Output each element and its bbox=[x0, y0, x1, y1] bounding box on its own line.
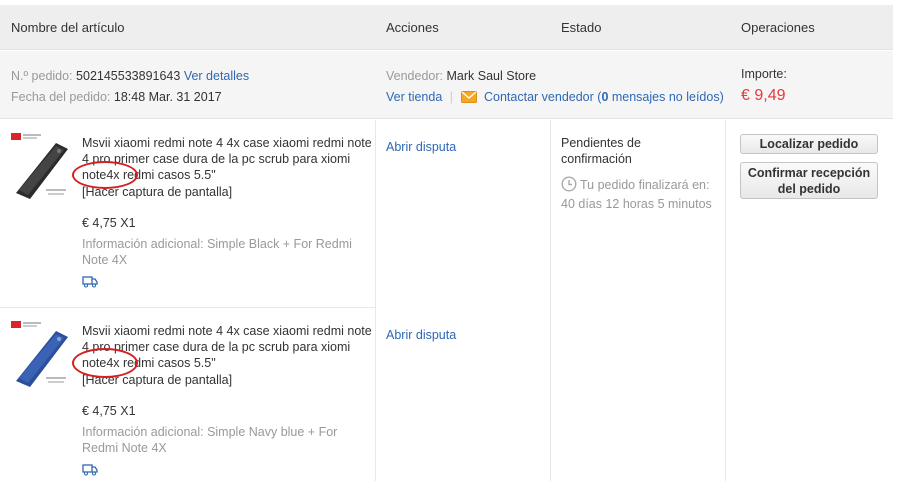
open-dispute-link[interactable]: Abrir disputa bbox=[386, 328, 456, 342]
screenshot-link[interactable]: [Hacer captura de pantalla] bbox=[82, 373, 232, 387]
clock-icon bbox=[561, 176, 577, 196]
seller-name: Mark Saul Store bbox=[446, 69, 537, 83]
view-details-link[interactable]: Ver detalles bbox=[184, 69, 249, 83]
header-article: Nombre del artículo bbox=[11, 20, 125, 35]
seller: Vendedor: Mark Saul Store bbox=[386, 69, 537, 83]
order-info-row: N.º pedido: 502145533891643 Ver detalles… bbox=[0, 51, 893, 119]
list-item: Msvii xiaomi redmi note 4 4x case xiaomi… bbox=[0, 120, 375, 307]
envelope-icon bbox=[460, 91, 477, 106]
item-price: € 4,75 X1 bbox=[82, 404, 136, 418]
column-divider bbox=[550, 120, 551, 481]
open-dispute-link[interactable]: Abrir disputa bbox=[386, 140, 456, 154]
product-title[interactable]: Msvii xiaomi redmi note 4 4x case xiaomi… bbox=[82, 135, 374, 183]
item-extra-info: Información adicional: Simple Navy blue … bbox=[82, 425, 338, 455]
countdown-text: Tu pedido finalizará en: 40 días 12 hora… bbox=[561, 178, 712, 211]
view-store-link[interactable]: Ver tienda bbox=[386, 90, 442, 104]
shipping-truck-icon bbox=[82, 275, 98, 288]
header-status: Estado bbox=[561, 20, 602, 35]
confirm-receipt-button[interactable]: Confirmar recepción del pedido bbox=[740, 162, 878, 199]
column-divider bbox=[375, 120, 376, 481]
order-number: N.º pedido: 502145533891643 Ver detalles bbox=[11, 69, 250, 83]
product-thumbnail[interactable] bbox=[10, 133, 72, 201]
shipping-truck-icon bbox=[82, 463, 98, 476]
link-separator: | bbox=[449, 90, 454, 104]
track-order-button[interactable]: Localizar pedido bbox=[740, 134, 878, 154]
item-extra-info: Información adicional: Simple Black + Fo… bbox=[82, 237, 352, 267]
amount-label: Importe: bbox=[741, 67, 787, 81]
header-actions: Acciones bbox=[386, 20, 439, 35]
seller-links: Ver tienda | Contactar vendedor (0 mensa… bbox=[386, 90, 724, 106]
screenshot-link[interactable]: [Hacer captura de pantalla] bbox=[82, 185, 232, 199]
contact-seller-link[interactable]: Contactar vendedor (0 mensajes no leídos… bbox=[484, 90, 724, 104]
order-status: Pendientes de confirmación bbox=[561, 136, 641, 166]
amount-value: € 9,49 bbox=[741, 87, 786, 104]
order-date-value: 18:48 Mar. 31 2017 bbox=[113, 90, 222, 104]
countdown: Tu pedido finalizará en: 40 días 12 hora… bbox=[561, 176, 723, 212]
order-date: Fecha del pedido: 18:48 Mar. 31 2017 bbox=[11, 90, 222, 104]
header-operations: Operaciones bbox=[741, 20, 815, 35]
list-item: Msvii xiaomi redmi note 4 4x case xiaomi… bbox=[0, 308, 375, 481]
product-thumbnail[interactable] bbox=[10, 321, 72, 389]
order-number-value: 502145533891643 bbox=[76, 69, 181, 83]
table-header: Nombre del artículo Acciones Estado Oper… bbox=[0, 5, 893, 50]
item-price: € 4,75 X1 bbox=[82, 216, 136, 230]
product-title[interactable]: Msvii xiaomi redmi note 4 4x case xiaomi… bbox=[82, 323, 374, 371]
column-divider bbox=[725, 120, 726, 481]
